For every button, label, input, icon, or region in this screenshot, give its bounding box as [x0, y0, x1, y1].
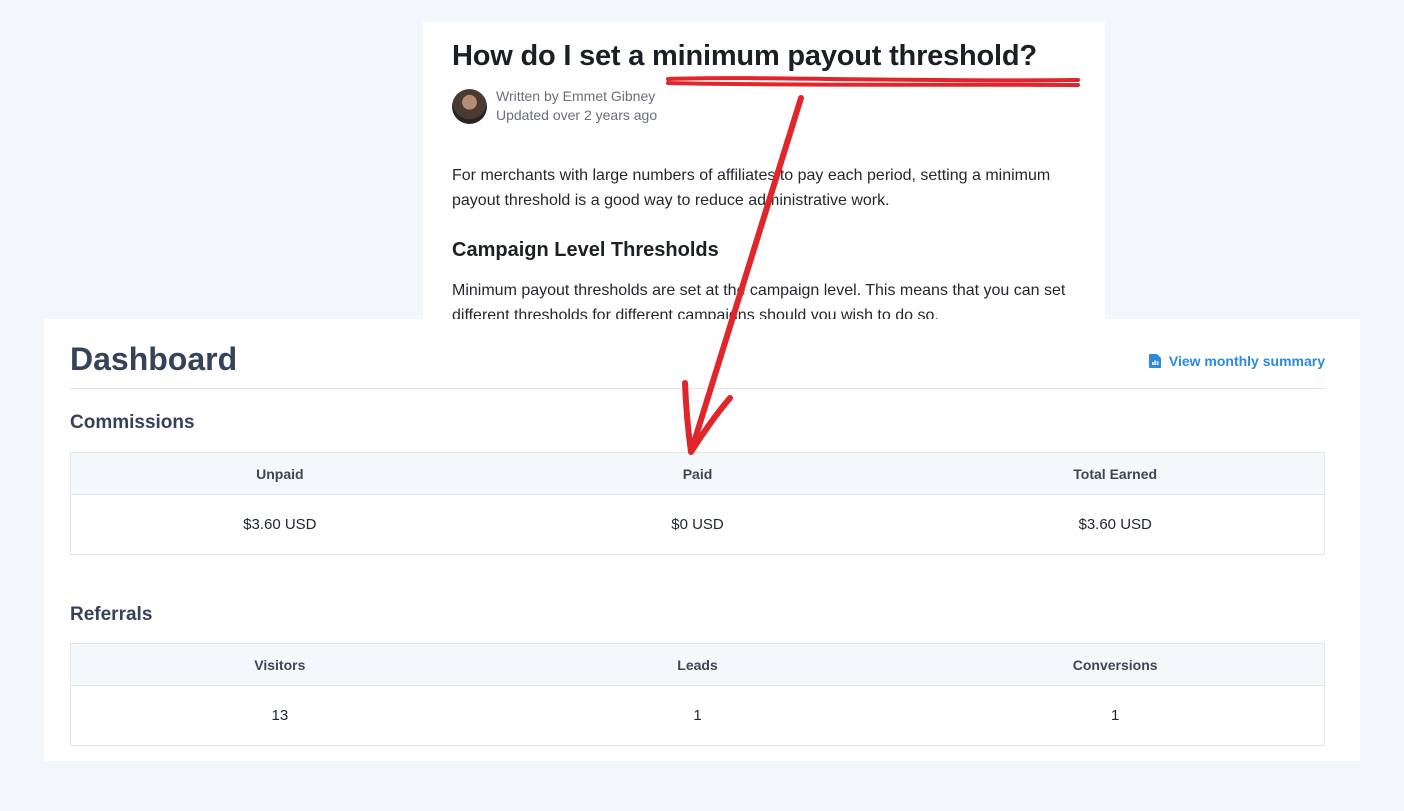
referrals-title: Referrals — [70, 604, 153, 625]
visitors-header: Visitors — [254, 656, 306, 673]
table-header-row: Unpaid Paid Total Earned — [71, 453, 1324, 495]
help-article-card: How do I set a minimum payout threshold?… — [423, 22, 1105, 342]
visitors-value: 13 — [271, 707, 289, 724]
section-heading: Campaign Level Thresholds — [452, 239, 719, 261]
avatar — [452, 88, 487, 124]
unpaid-value: $3.60 USD — [243, 516, 317, 533]
paid-header: Paid — [682, 465, 713, 482]
conversions-value: 1 — [1111, 707, 1120, 724]
article-title-highlight: minimum payout threshold? — [652, 40, 1037, 72]
author-line: Written by Emmet Gibney — [496, 88, 656, 104]
commissions-table: Unpaid Paid Total Earned $3.60 USD $0 US… — [70, 452, 1325, 555]
author-row: Written by Emmet Gibney Updated over 2 y… — [452, 87, 1105, 125]
article-title: How do I set a minimum payout threshold? — [452, 40, 1105, 73]
table-header-row: Visitors Leads Conversions — [71, 644, 1324, 686]
summary-link-label: View monthly summary — [1168, 353, 1325, 369]
dashboard-panel: Dashboard View monthly summary Commissio… — [44, 319, 1360, 761]
leads-value: 1 — [693, 707, 702, 724]
view-monthly-summary-link[interactable]: View monthly summary — [1148, 353, 1325, 369]
paid-value: $0 USD — [671, 516, 724, 533]
referrals-table: Visitors Leads Conversions 13 1 1 — [70, 643, 1325, 746]
unpaid-header: Unpaid — [256, 465, 304, 482]
table-row: 13 1 1 — [71, 686, 1324, 745]
total-earned-value: $3.60 USD — [1078, 516, 1152, 533]
table-row: $3.60 USD $0 USD $3.60 USD — [71, 495, 1324, 554]
article-title-prefix: How do I set a — [452, 40, 653, 72]
total-earned-header: Total Earned — [1073, 465, 1158, 482]
page-title: Dashboard — [70, 341, 238, 377]
dashboard-header: Dashboard View monthly summary — [70, 341, 1325, 389]
conversions-header: Conversions — [1072, 656, 1158, 673]
author-meta: Written by Emmet Gibney Updated over 2 y… — [496, 87, 657, 125]
commissions-title: Commissions — [70, 412, 195, 433]
article-intro: For merchants with large numbers of affi… — [452, 167, 1051, 209]
document-chart-icon — [1148, 354, 1161, 368]
leads-header: Leads — [677, 656, 718, 673]
updated-line: Updated over 2 years ago — [496, 107, 658, 123]
